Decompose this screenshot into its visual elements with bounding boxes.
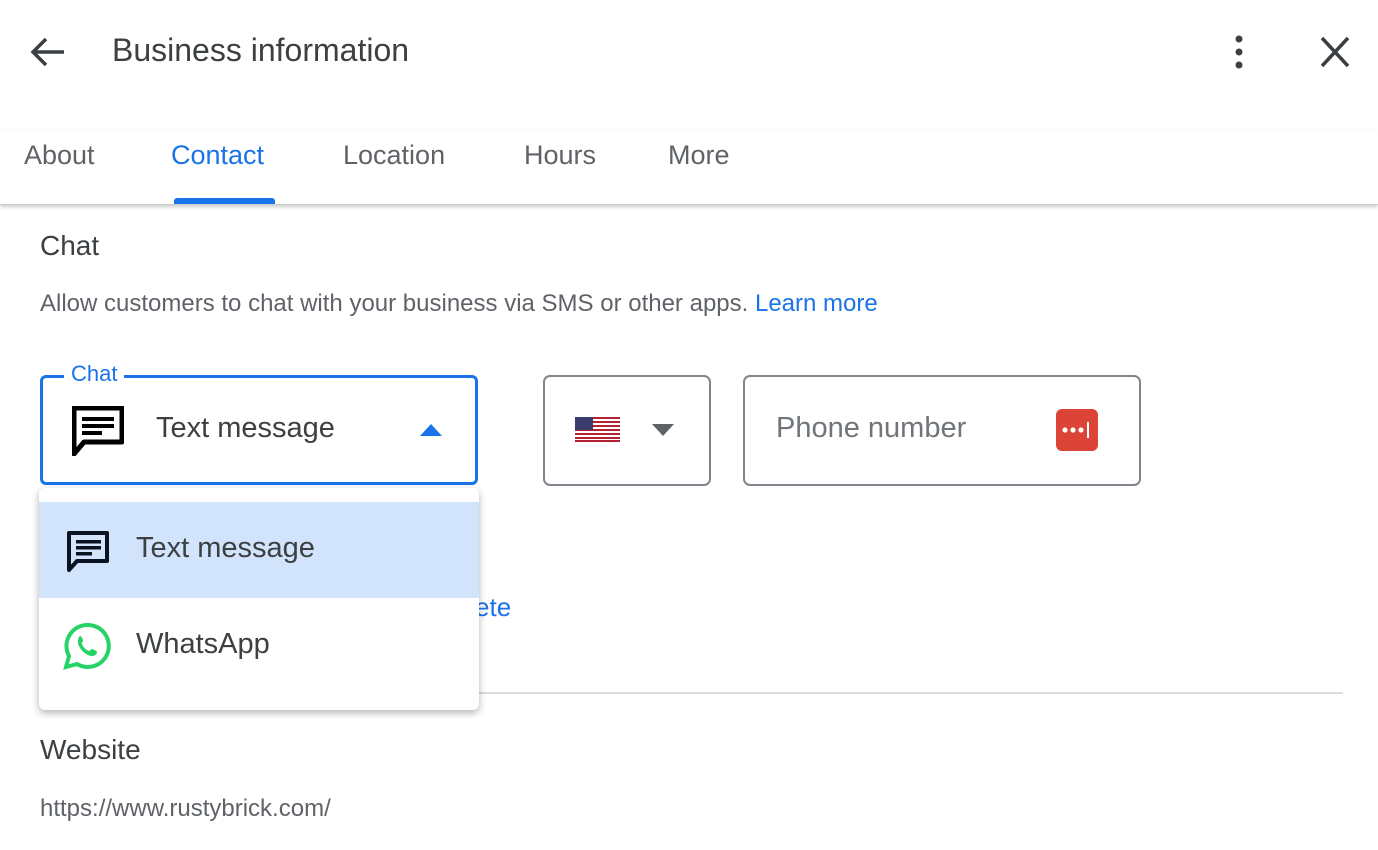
- chat-select-label: Chat: [64, 361, 125, 387]
- more-vert-icon[interactable]: [1224, 34, 1254, 70]
- arrow-down-icon: [652, 424, 674, 436]
- phone-placeholder: Phone number: [776, 412, 967, 444]
- tab-more[interactable]: More: [668, 140, 730, 171]
- tab-bar: About Contact Location Hours More: [0, 130, 1378, 205]
- tab-hours[interactable]: Hours: [524, 140, 596, 171]
- arrow-back-icon[interactable]: [28, 34, 68, 70]
- description-text: Allow customers to chat with your busine…: [40, 290, 749, 317]
- website-heading: Website: [40, 734, 141, 765]
- country-select[interactable]: [543, 375, 711, 486]
- chat-heading: Chat: [40, 230, 100, 261]
- active-tab-indicator: [174, 198, 275, 204]
- arrow-up-icon: [420, 424, 442, 436]
- tab-location[interactable]: Location: [343, 140, 445, 171]
- option-label: WhatsApp: [136, 628, 270, 660]
- tab-about[interactable]: About: [24, 140, 95, 171]
- us-flag-icon: [575, 417, 620, 442]
- password-manager-icon[interactable]: [1056, 409, 1098, 451]
- option-text-message[interactable]: Text message: [39, 502, 479, 598]
- chat-type-dropdown: Text message WhatsApp: [39, 488, 479, 710]
- option-label: Text message: [136, 532, 315, 564]
- selected-chat-type: Text message: [156, 412, 335, 444]
- page-title: Business information: [112, 32, 410, 68]
- message-icon: [72, 406, 124, 456]
- chat-description: Allow customers to chat with your busine…: [40, 290, 878, 318]
- close-icon[interactable]: [1316, 34, 1354, 70]
- learn-more-link[interactable]: Learn more: [755, 290, 878, 317]
- option-whatsapp[interactable]: WhatsApp: [39, 598, 479, 694]
- message-icon: [67, 531, 109, 572]
- website-url: https://www.rustybrick.com/: [40, 795, 331, 822]
- whatsapp-icon: [63, 622, 111, 670]
- tab-contact[interactable]: Contact: [171, 140, 264, 171]
